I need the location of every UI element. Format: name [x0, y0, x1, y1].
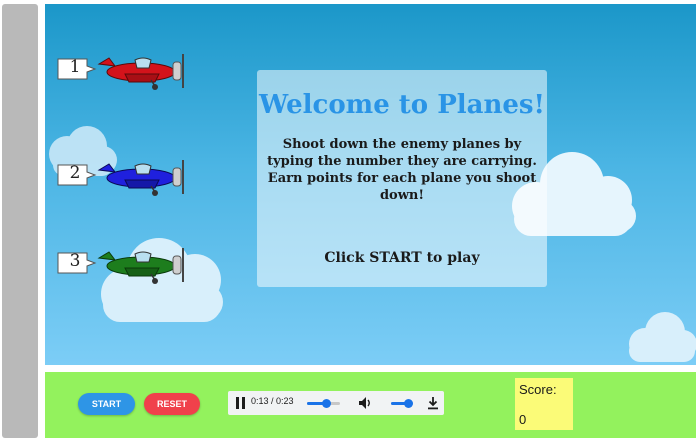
welcome-panel: Welcome to Planes! Shoot down the enemy …: [257, 70, 547, 287]
pause-icon[interactable]: [236, 397, 246, 409]
plane-icon: [97, 54, 184, 90]
audio-time: 0:13 / 0:23: [251, 396, 294, 406]
plane-number: 3: [69, 251, 81, 271]
start-button[interactable]: START: [78, 393, 135, 415]
audio-progress-thumb[interactable]: [321, 399, 331, 408]
welcome-title: Welcome to Planes!: [259, 90, 545, 120]
control-bar: START RESET 0:13 / 0:23 Score: 0: [45, 372, 696, 438]
enemy-plane-2: 2: [57, 154, 187, 198]
audio-progress-slider[interactable]: [307, 399, 340, 408]
score-label: Score:: [519, 382, 557, 397]
game-stage[interactable]: 1 2 3 Welcome to Planes! Shoot down the …: [45, 4, 696, 365]
plane-icon: [97, 160, 184, 196]
volume-slider[interactable]: [391, 399, 413, 408]
reset-button[interactable]: RESET: [144, 393, 200, 415]
score-value: 0: [519, 412, 527, 427]
start-instruction: Click START to play: [324, 250, 480, 266]
plane-number: 1: [69, 57, 81, 77]
cloud: [629, 312, 696, 362]
plane-number: 2: [69, 163, 81, 183]
left-sidebar: [2, 4, 38, 438]
enemy-plane-3: 3: [57, 242, 187, 286]
welcome-description: Shoot down the enemy planes by typing th…: [267, 137, 537, 203]
volume-thumb[interactable]: [403, 399, 413, 408]
audio-player: 0:13 / 0:23: [228, 391, 444, 415]
download-icon[interactable]: [426, 396, 440, 410]
volume-icon[interactable]: [358, 396, 372, 410]
enemy-plane-1: 1: [57, 48, 187, 92]
plane-icon: [97, 248, 184, 284]
score-box: Score: 0: [515, 378, 573, 430]
